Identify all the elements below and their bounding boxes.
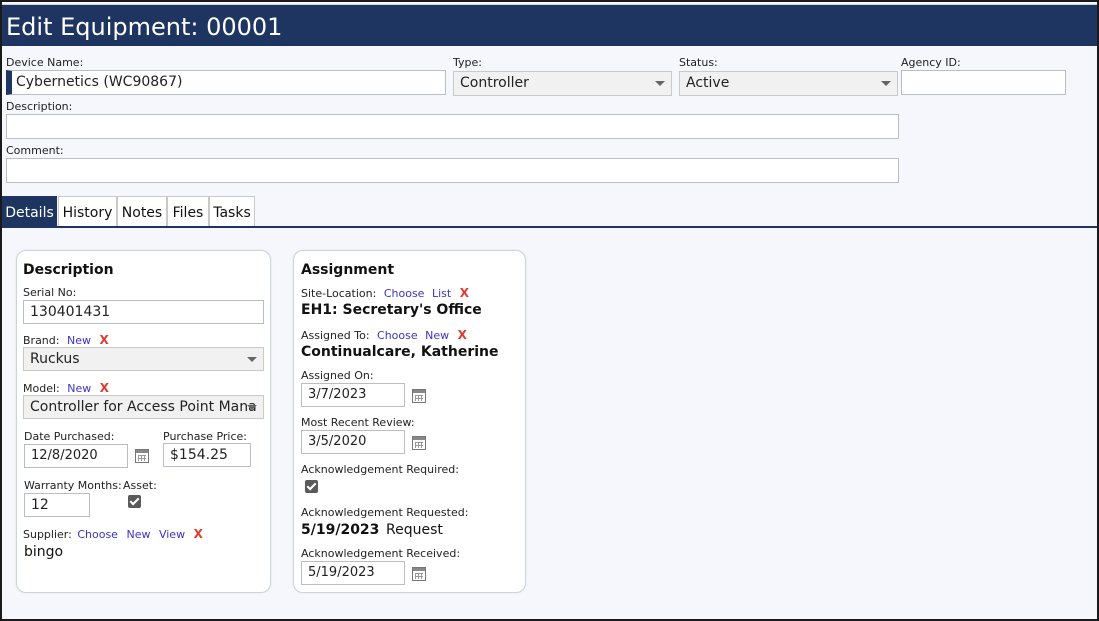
assigned-to-choose-link[interactable]: Choose (377, 329, 418, 342)
device-name-input[interactable]: Cybernetics (WC90867) (6, 70, 446, 95)
status-value: Active (686, 75, 730, 91)
chevron-down-icon (247, 357, 257, 362)
supplier-value: bingo (24, 544, 64, 560)
tab-notes[interactable]: Notes (117, 196, 167, 226)
description-card-title: Description (23, 262, 114, 278)
checkbox-checked-icon[interactable] (128, 495, 141, 508)
recent-review-input[interactable]: 3/5/2020 (301, 430, 405, 454)
calendar-icon[interactable] (412, 389, 426, 403)
status-select[interactable]: Active (679, 71, 898, 96)
supplier-new-link[interactable]: New (126, 528, 150, 541)
description-card: Description Serial No: 130401431 Brand: … (16, 250, 271, 593)
date-purchased-label: Date Purchased: (24, 430, 115, 443)
calendar-icon[interactable] (412, 436, 426, 450)
model-select[interactable]: Controller for Access Point Mana (23, 395, 264, 419)
comment-label: Comment: (6, 144, 64, 157)
chevron-down-icon (881, 81, 891, 86)
brand-new-link[interactable]: New (67, 334, 91, 347)
supplier-remove-icon[interactable]: X (194, 527, 203, 541)
site-location-value: EH1: Secretary's Office (301, 302, 482, 318)
date-purchased-input[interactable]: 12/8/2020 (24, 444, 128, 468)
ack-request-link[interactable]: Request (386, 522, 443, 538)
assigned-to-label: Assigned To: (301, 329, 370, 342)
model-label-row: Model: New X (23, 381, 109, 395)
warranty-input[interactable]: 12 (24, 493, 90, 517)
ack-received-input[interactable]: 5/19/2023 (301, 561, 405, 585)
chevron-down-icon (247, 405, 257, 410)
ack-requested-value: 5/19/2023 (301, 522, 380, 538)
purchase-price-input[interactable]: $154.25 (163, 443, 251, 467)
tab-details[interactable]: Details (2, 196, 57, 226)
type-select[interactable]: Controller (453, 71, 672, 96)
assigned-to-value: Continualcare, Katherine (301, 344, 499, 360)
model-label: Model: (23, 382, 60, 395)
calendar-icon[interactable] (412, 567, 426, 581)
site-location-label-row: Site-Location: Choose List X (301, 286, 469, 300)
assignment-card: Assignment Site-Location: Choose List X … (293, 250, 526, 593)
ack-received-label: Acknowledgement Received: (301, 547, 461, 560)
model-value: Controller for Access Point Mana (30, 399, 257, 415)
supplier-view-link[interactable]: View (159, 528, 185, 541)
model-remove-icon[interactable]: X (100, 381, 109, 395)
model-new-link[interactable]: New (67, 382, 91, 395)
supplier-label-row: Supplier: Choose New View X (23, 527, 203, 541)
calendar-icon[interactable] (135, 449, 149, 463)
recent-review-label: Most Recent Review: (301, 416, 415, 429)
assigned-on-label: Assigned On: (301, 369, 374, 382)
brand-select[interactable]: Ruckus (23, 347, 264, 371)
edit-equipment-window: Edit Equipment: 00001 Device Name: Cyber… (0, 0, 1099, 621)
status-label: Status: (679, 56, 718, 69)
supplier-choose-link[interactable]: Choose (77, 528, 118, 541)
asset-label: Asset: (123, 479, 157, 492)
site-choose-link[interactable]: Choose (384, 287, 425, 300)
type-label: Type: (453, 56, 482, 69)
assigned-to-new-link[interactable]: New (425, 329, 449, 342)
agency-id-label: Agency ID: (901, 56, 961, 69)
description-label: Description: (6, 100, 73, 113)
assignment-card-title: Assignment (301, 262, 395, 278)
chevron-down-icon (655, 81, 665, 86)
agency-id-input[interactable] (901, 70, 1066, 95)
brand-remove-icon[interactable]: X (99, 333, 108, 347)
comment-input[interactable] (6, 158, 899, 183)
checkbox-checked-icon[interactable] (305, 480, 318, 493)
tab-files[interactable]: Files (167, 196, 209, 226)
brand-label-row: Brand: New X (23, 333, 109, 347)
brand-value: Ruckus (30, 351, 80, 367)
device-name-label: Device Name: (6, 56, 84, 69)
assigned-on-input[interactable]: 3/7/2023 (301, 383, 405, 407)
assigned-to-label-row: Assigned To: Choose New X (301, 328, 467, 342)
serial-label: Serial No: (23, 286, 77, 299)
tab-tasks[interactable]: Tasks (209, 196, 255, 226)
supplier-label: Supplier: (23, 528, 72, 541)
type-value: Controller (460, 75, 529, 91)
brand-label: Brand: (23, 334, 60, 347)
ack-requested-label: Acknowledgement Requested: (301, 506, 469, 519)
serial-input[interactable]: 130401431 (23, 300, 264, 324)
site-list-link[interactable]: List (432, 287, 451, 300)
page-title: Edit Equipment: 00001 (2, 4, 1097, 46)
description-input[interactable] (6, 114, 899, 139)
ack-required-label: Acknowledgement Required: (301, 463, 459, 476)
purchase-price-label: Purchase Price: (163, 430, 247, 443)
site-location-label: Site-Location: (301, 287, 377, 300)
tab-history[interactable]: History (58, 196, 117, 226)
warranty-label: Warranty Months: (24, 479, 122, 492)
site-remove-icon[interactable]: X (460, 286, 469, 300)
assigned-to-remove-icon[interactable]: X (458, 328, 467, 342)
tab-underline (2, 226, 1097, 228)
